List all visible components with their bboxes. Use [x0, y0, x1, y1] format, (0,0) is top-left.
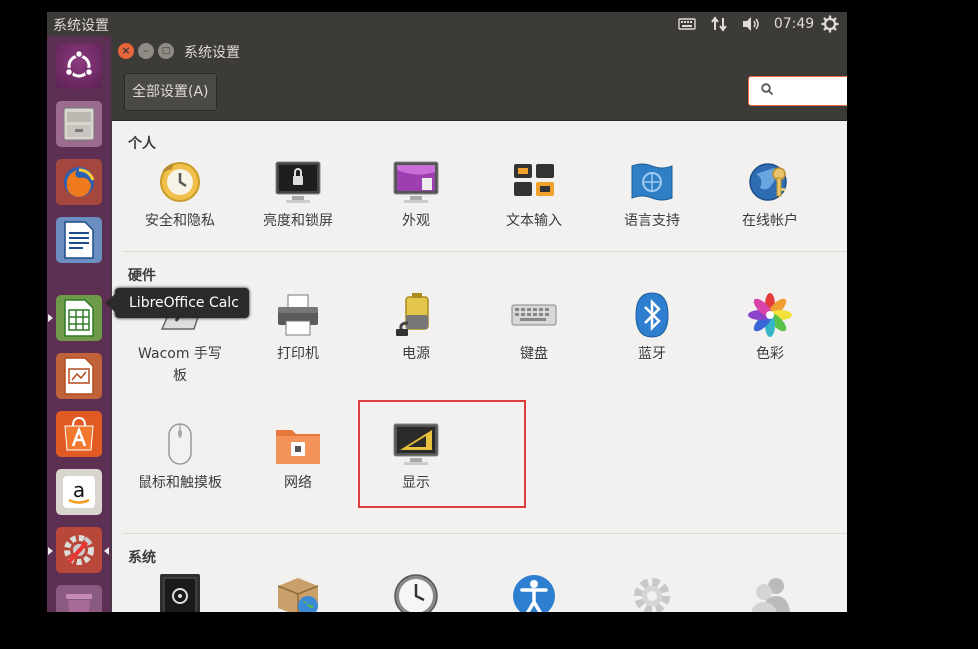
- network-indicator-icon[interactable]: [708, 14, 730, 34]
- keyboard-icon: [510, 291, 558, 339]
- running-indicator: [48, 314, 53, 322]
- settings-item-mouse-touchpad[interactable]: 鼠标和触摸板: [121, 420, 239, 494]
- keyboard-indicator-icon[interactable]: [676, 14, 698, 34]
- settings-item-user-accounts[interactable]: [711, 572, 829, 612]
- settings-item-bluetooth[interactable]: 蓝牙: [593, 291, 711, 365]
- settings-item-text-entry[interactable]: 文本输入: [475, 158, 593, 232]
- security-privacy-icon: [156, 158, 204, 206]
- files-icon[interactable]: [55, 100, 103, 148]
- settings-content: 个人 安全和隐私 亮度和锁屏 外观 文本输入 语言支持 在线帐户 硬件 Waco…: [112, 121, 847, 612]
- active-indicator: [104, 547, 109, 555]
- settings-item-language-support[interactable]: 语言支持: [593, 158, 711, 232]
- settings-item-details[interactable]: [593, 572, 711, 612]
- settings-item-label: 文本输入: [506, 213, 562, 229]
- bluetooth-icon: [628, 291, 676, 339]
- settings-item-label: 色彩: [756, 346, 784, 362]
- settings-item-label: 打印机: [277, 346, 319, 362]
- minimize-icon[interactable]: –: [138, 43, 154, 59]
- text-entry-icon: [510, 158, 558, 206]
- search-icon: [761, 83, 773, 95]
- settings-item-label: 安全和隐私: [145, 213, 215, 229]
- settings-item-time-date[interactable]: [357, 572, 475, 612]
- impress-icon[interactable]: [55, 352, 103, 400]
- online-accounts-icon: [746, 158, 794, 206]
- language-support-icon: [628, 158, 676, 206]
- settings-window: × – □ 系统设置 全部设置(A) 个人 安全和隐私 亮度和锁屏 外观 文本输…: [112, 36, 847, 612]
- settings-item-label: 亮度和锁屏: [263, 213, 333, 229]
- settings-item-network[interactable]: 网络: [239, 420, 357, 494]
- settings-item-security-privacy[interactable]: 安全和隐私: [121, 158, 239, 232]
- settings-item-keyboard[interactable]: 键盘: [475, 291, 593, 365]
- mouse-icon: [156, 420, 204, 468]
- maximize-icon[interactable]: □: [158, 43, 174, 59]
- appearance-icon: [392, 158, 440, 206]
- calc-icon[interactable]: [55, 294, 103, 342]
- power-icon: [392, 291, 440, 339]
- users-icon: [746, 572, 794, 612]
- trash-icon[interactable]: [55, 584, 103, 612]
- window-titlebar: × – □ 系统设置: [112, 36, 847, 66]
- all-settings-button[interactable]: 全部设置(A): [124, 73, 217, 111]
- settings-item-label: 蓝牙: [638, 346, 666, 362]
- software-center-icon[interactable]: [55, 410, 103, 458]
- section-title-hardware: 硬件: [128, 268, 156, 284]
- printer-icon: [274, 291, 322, 339]
- settings-item-appearance[interactable]: 外观: [357, 158, 475, 232]
- session-gear-icon[interactable]: [819, 14, 841, 34]
- accessibility-icon: [510, 572, 558, 612]
- settings-item-label: 在线帐户: [742, 213, 798, 229]
- panel-app-title: 系统设置: [53, 18, 109, 34]
- safe-icon: [156, 572, 204, 612]
- writer-icon[interactable]: [55, 216, 103, 264]
- toolbar: 全部设置(A): [112, 66, 847, 121]
- launcher: a: [47, 36, 111, 612]
- settings-item-label: 键盘: [520, 346, 548, 362]
- system-settings-icon[interactable]: [55, 526, 103, 574]
- settings-item-label: 语言支持: [624, 213, 680, 229]
- settings-item-label: 网络: [284, 475, 312, 491]
- settings-item-color[interactable]: 色彩: [711, 291, 829, 365]
- section-separator: [122, 533, 847, 534]
- section-title-system: 系统: [128, 550, 156, 566]
- volume-indicator-icon[interactable]: [740, 14, 762, 34]
- brightness-lock-icon: [274, 158, 322, 206]
- section-title-personal: 个人: [128, 136, 156, 152]
- svg-text:a: a: [73, 478, 85, 502]
- clock[interactable]: 07:49: [774, 14, 814, 34]
- section-separator: [122, 251, 847, 252]
- settings-item-software-updates[interactable]: [239, 572, 357, 612]
- settings-item-printers[interactable]: 打印机: [239, 291, 357, 365]
- settings-item-brightness-lock[interactable]: 亮度和锁屏: [239, 158, 357, 232]
- network-icon: [274, 420, 322, 468]
- window-title: 系统设置: [184, 45, 240, 61]
- settings-item-online-accounts[interactable]: 在线帐户: [711, 158, 829, 232]
- top-panel: 系统设置 07:49: [47, 12, 847, 36]
- launcher-tooltip: LibreOffice Calc: [105, 288, 249, 318]
- settings-item-label: Wacom 手写板: [138, 346, 222, 384]
- ubuntu-dash-icon[interactable]: [55, 42, 103, 90]
- settings-item-label: 电源: [402, 346, 430, 362]
- color-icon: [746, 291, 794, 339]
- settings-item-label: 鼠标和触摸板: [138, 475, 222, 491]
- running-indicator: [48, 547, 53, 555]
- search-input[interactable]: [748, 76, 847, 106]
- settings-item-power[interactable]: 电源: [357, 291, 475, 365]
- firefox-icon[interactable]: [55, 158, 103, 206]
- amazon-icon[interactable]: a: [55, 468, 103, 516]
- clock-icon: [392, 572, 440, 612]
- settings-item-label: 外观: [402, 213, 430, 229]
- highlight-box: [358, 400, 526, 508]
- settings-item-universal-access[interactable]: [475, 572, 593, 612]
- gear-icon: [628, 572, 676, 612]
- settings-item-backups[interactable]: [121, 572, 239, 612]
- package-globe-icon: [274, 572, 322, 612]
- close-icon[interactable]: ×: [118, 43, 134, 59]
